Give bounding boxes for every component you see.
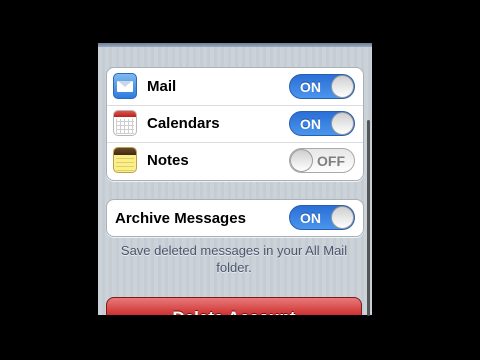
sync-row-notes[interactable]: Notes OFF	[107, 142, 363, 179]
sync-row-mail[interactable]: Mail ON	[107, 68, 363, 106]
notes-icon	[113, 147, 137, 173]
toggle-knob	[331, 75, 354, 98]
navigation-bar-edge	[98, 43, 372, 47]
archive-group: Archive Messages ON	[106, 199, 364, 237]
sync-options-group: Mail ON Calendars ON Notes OFF	[106, 67, 364, 181]
scrollbar[interactable]	[367, 120, 370, 316]
archive-messages-label: Archive Messages	[115, 210, 246, 227]
archive-messages-toggle[interactable]: ON	[289, 205, 355, 230]
sync-row-label: Calendars	[147, 115, 220, 132]
mail-toggle[interactable]: ON	[289, 74, 355, 99]
calendars-toggle[interactable]: ON	[289, 111, 355, 136]
sync-row-label: Notes	[147, 152, 189, 169]
toggle-knob	[290, 149, 313, 172]
archive-footer-note: Save deleted messages in your All Mail f…	[120, 243, 348, 275]
sync-row-calendars[interactable]: Calendars ON	[107, 105, 363, 143]
toggle-knob	[331, 112, 354, 135]
mail-icon	[113, 73, 137, 99]
archive-messages-row[interactable]: Archive Messages ON	[107, 200, 363, 237]
toggle-knob	[331, 206, 354, 229]
settings-screen: Mail ON Calendars ON Notes OFF Archive M…	[98, 43, 372, 315]
notes-toggle[interactable]: OFF	[289, 148, 355, 173]
sync-row-label: Mail	[147, 78, 177, 95]
delete-account-button[interactable]: Delete Account	[106, 297, 362, 315]
calendar-icon	[113, 110, 137, 136]
